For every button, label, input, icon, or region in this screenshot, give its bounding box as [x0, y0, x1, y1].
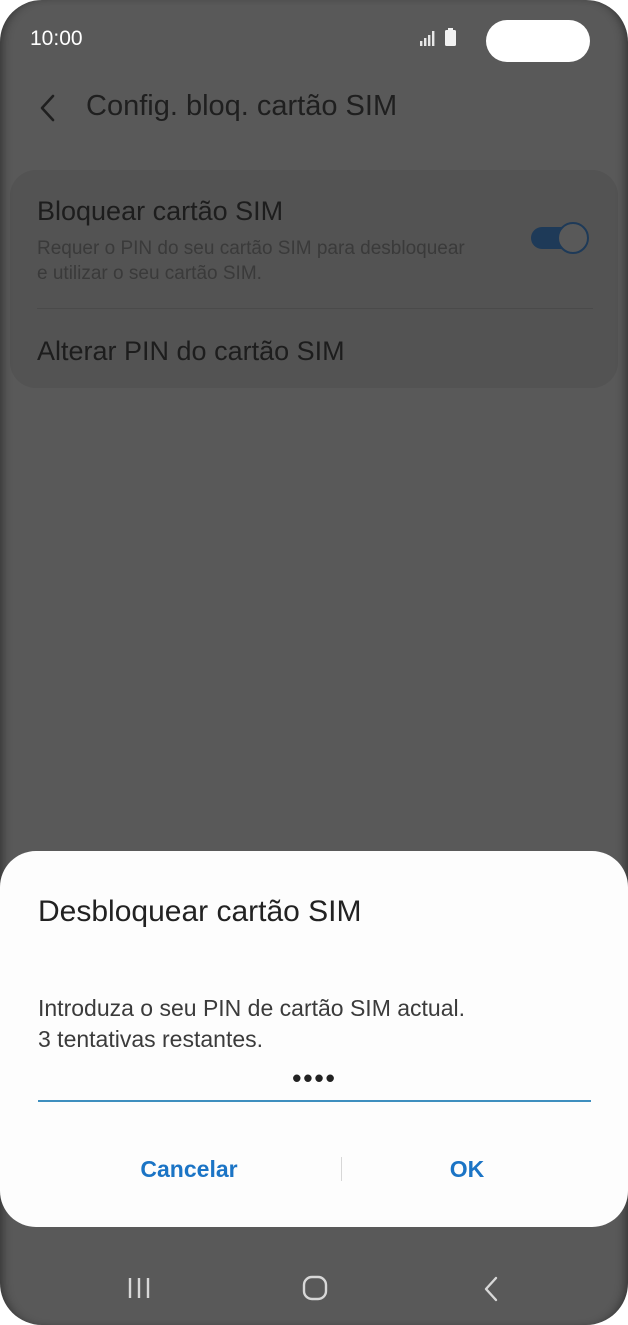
- phone-screen: 10:00 Config. bloq. cartão SIM Bloquear …: [0, 0, 628, 1325]
- lock-sim-toggle[interactable]: [531, 222, 589, 254]
- dialog-message: Introduza o seu PIN de cartão SIM actual…: [38, 993, 598, 1055]
- cancel-button[interactable]: Cancelar: [40, 1141, 338, 1197]
- button-separator: [341, 1157, 342, 1181]
- change-pin-row[interactable]: Alterar PIN do cartão SIM: [10, 309, 618, 388]
- unlock-sim-dialog: Desbloquear cartão SIM Introduza o seu P…: [0, 851, 628, 1227]
- status-time: 10:00: [30, 27, 83, 50]
- home-icon[interactable]: [302, 1275, 328, 1301]
- dialog-title: Desbloquear cartão SIM: [38, 895, 362, 928]
- camera-cutout: [486, 20, 590, 62]
- lock-sim-description: Requer o PIN do seu cartão SIM para desb…: [37, 238, 465, 284]
- change-pin-title: Alterar PIN do cartão SIM: [37, 336, 345, 366]
- dialog-message-line1: Introduza o seu PIN de cartão SIM actual…: [38, 995, 466, 1021]
- recent-apps-icon[interactable]: [126, 1277, 152, 1299]
- page-title: Config. bloq. cartão SIM: [86, 90, 398, 122]
- dialog-message-line2: 3 tentativas restantes.: [38, 1026, 264, 1052]
- chevron-left-icon[interactable]: [38, 93, 58, 123]
- signal-bars-icon: [420, 31, 435, 46]
- toggle-knob: [557, 222, 589, 254]
- pin-input[interactable]: [38, 1056, 591, 1102]
- settings-card: Bloquear cartão SIM Requer o PIN do seu …: [10, 170, 618, 388]
- status-bar: 10:00: [0, 0, 628, 80]
- battery-icon: [445, 28, 456, 46]
- ok-button[interactable]: OK: [344, 1141, 590, 1197]
- navigation-bar: [0, 1250, 628, 1325]
- lock-sim-title: Bloquear cartão SIM: [37, 196, 284, 226]
- back-chevron-icon[interactable]: [482, 1276, 500, 1302]
- lock-sim-row[interactable]: Bloquear cartão SIM Requer o PIN do seu …: [10, 170, 618, 308]
